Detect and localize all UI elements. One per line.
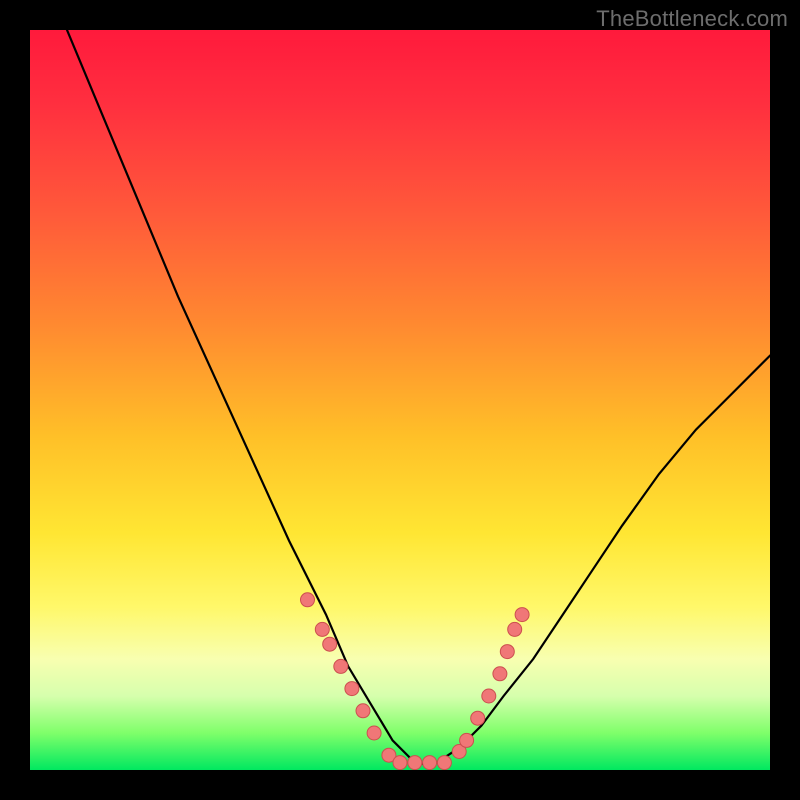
data-point xyxy=(315,622,329,636)
chart-svg xyxy=(30,30,770,770)
data-markers xyxy=(301,593,530,770)
data-point xyxy=(356,704,370,718)
watermark-text: TheBottleneck.com xyxy=(596,6,788,32)
data-point xyxy=(460,733,474,747)
data-point xyxy=(515,608,529,622)
v-curve xyxy=(67,30,770,764)
data-point xyxy=(334,659,348,673)
chart-frame: TheBottleneck.com xyxy=(0,0,800,800)
data-point xyxy=(471,711,485,725)
data-point xyxy=(408,756,422,770)
bottleneck-curve xyxy=(67,30,770,764)
data-point xyxy=(367,726,381,740)
data-point xyxy=(437,756,451,770)
data-point xyxy=(493,667,507,681)
data-point xyxy=(423,756,437,770)
data-point xyxy=(500,645,514,659)
data-point xyxy=(508,622,522,636)
data-point xyxy=(393,756,407,770)
data-point xyxy=(323,637,337,651)
data-point xyxy=(345,682,359,696)
data-point xyxy=(482,689,496,703)
data-point xyxy=(301,593,315,607)
